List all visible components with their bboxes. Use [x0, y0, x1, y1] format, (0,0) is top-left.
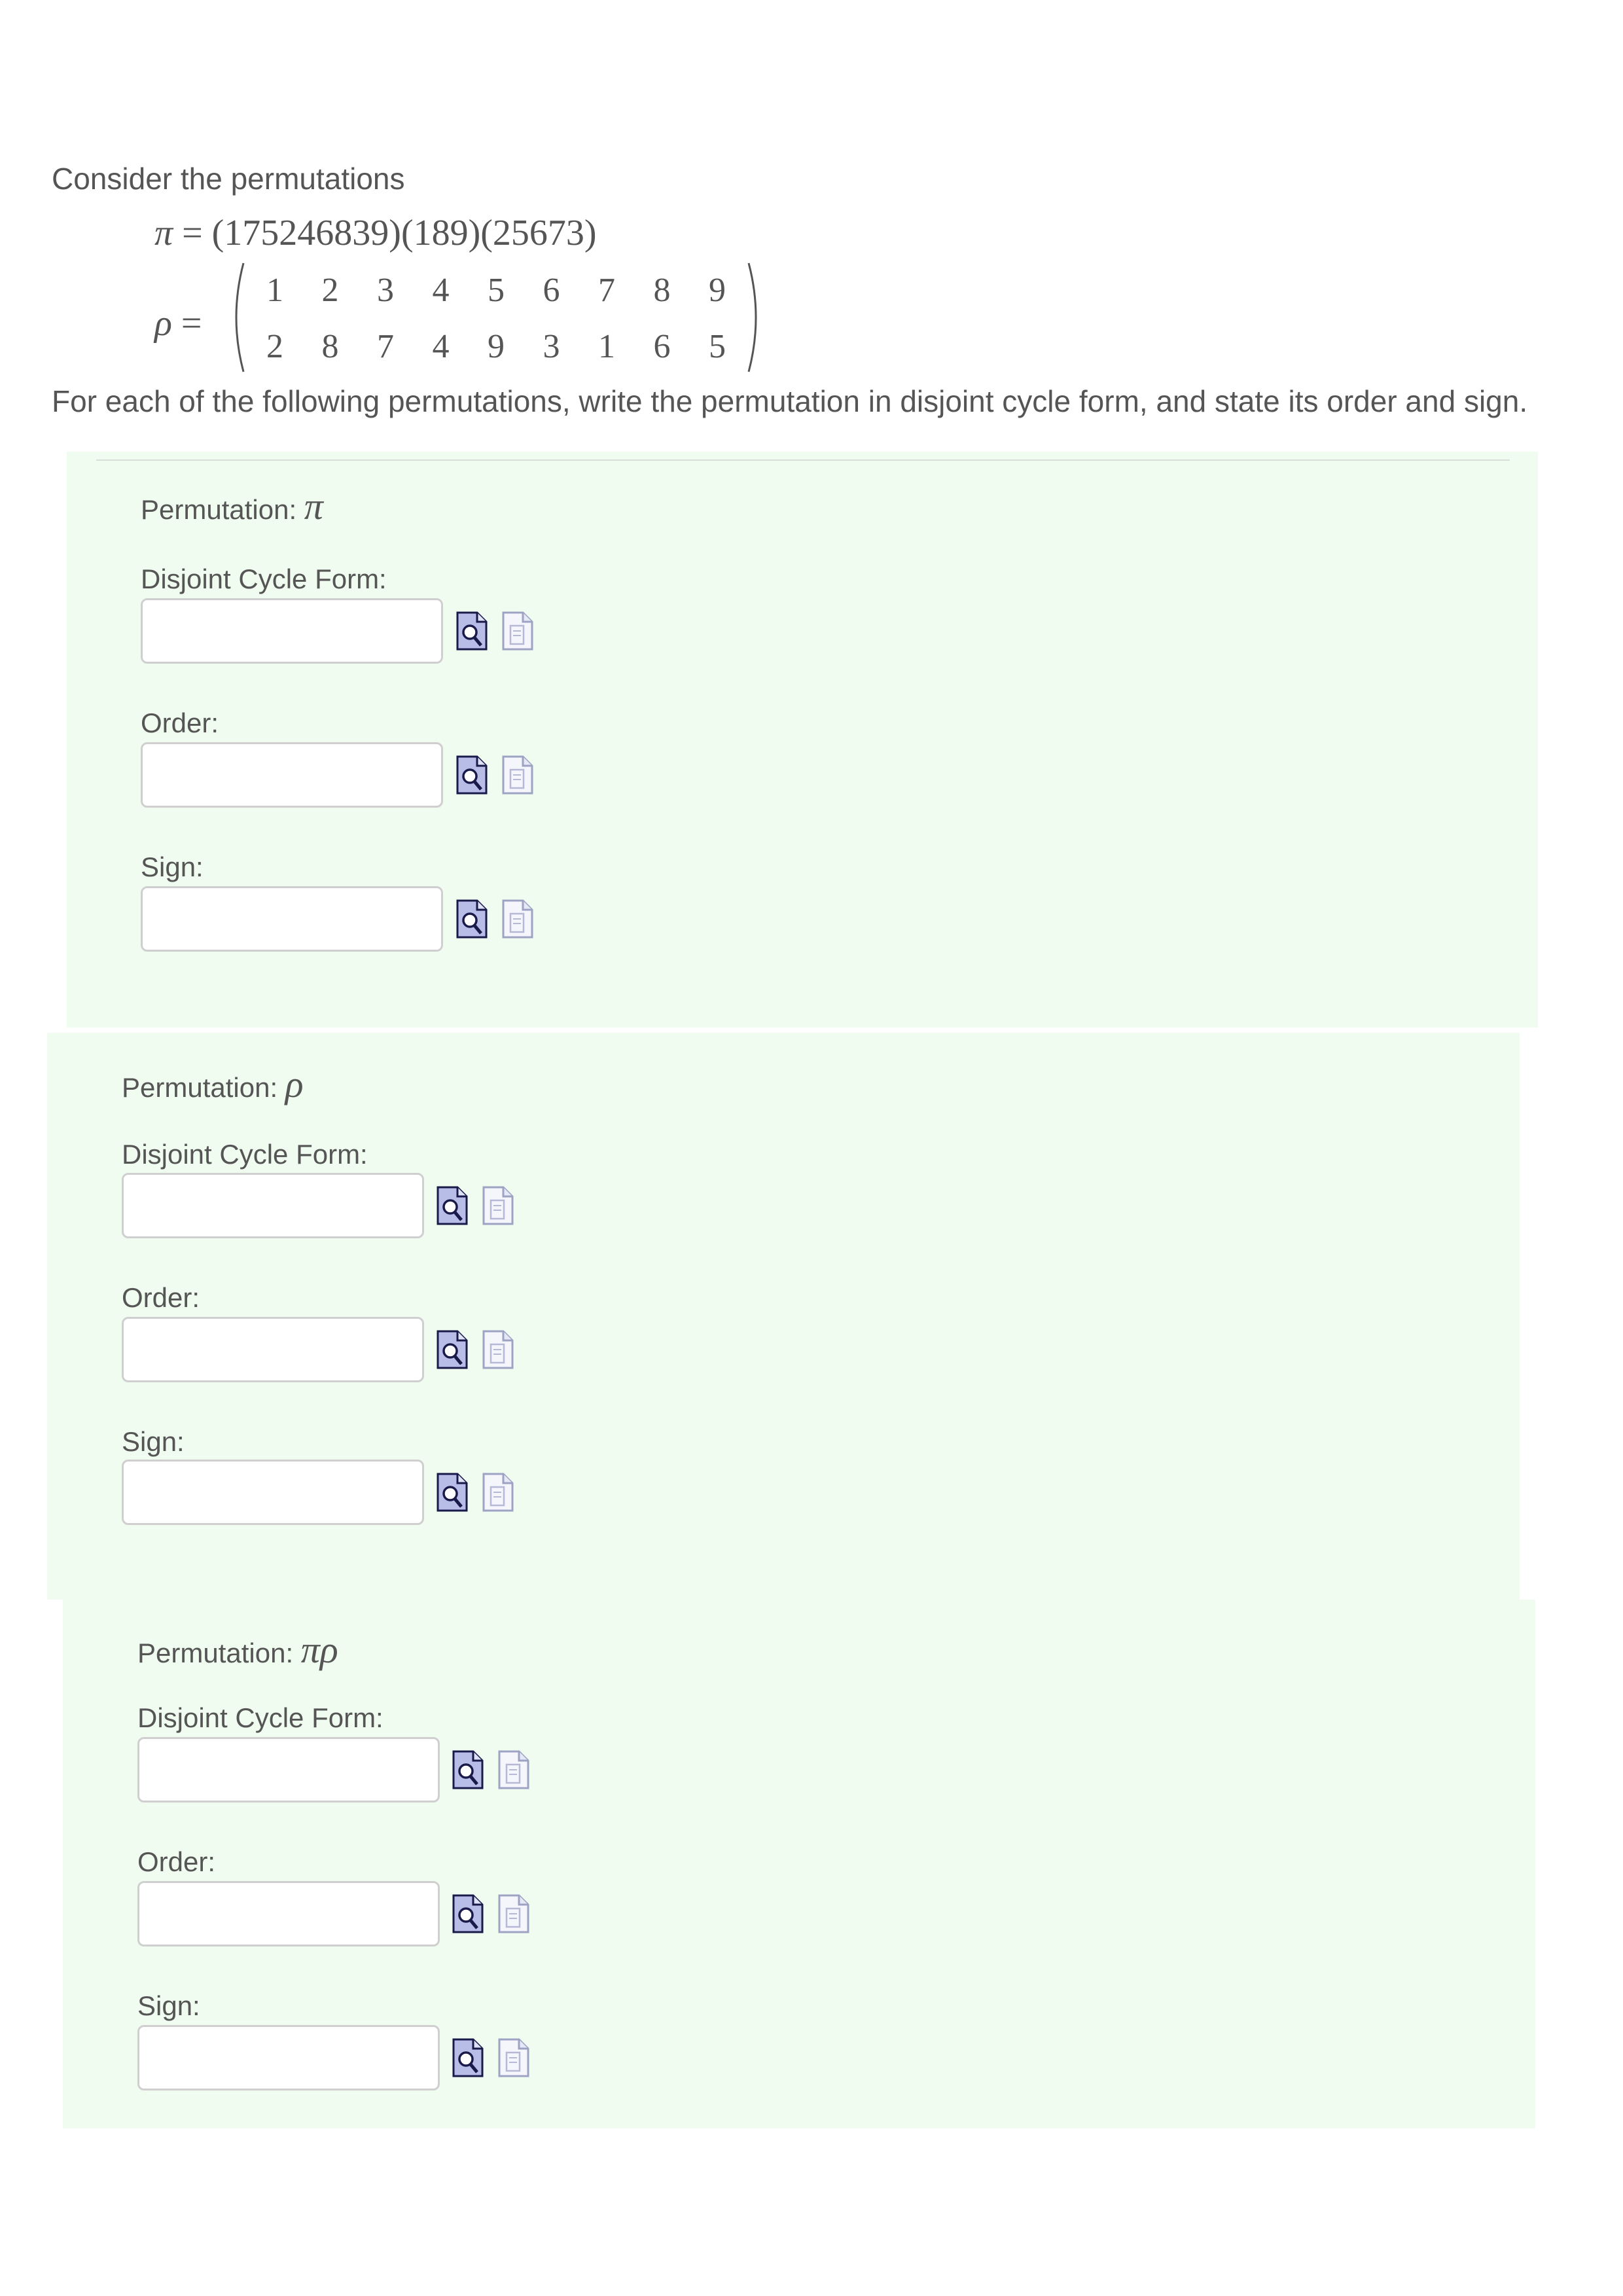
sign-label: Sign:: [122, 1426, 185, 1457]
disjoint-cycle-form-input[interactable]: [137, 1737, 440, 1803]
format-help-document-icon[interactable]: [497, 1750, 530, 1789]
preview-magnifier-icon[interactable]: [455, 755, 488, 795]
rho-symbol: ρ: [154, 303, 172, 344]
matrix-bottom-cell: 4: [432, 328, 450, 365]
sign-input[interactable]: [141, 886, 443, 952]
preview-magnifier-icon[interactable]: [455, 611, 488, 651]
format-help-document-icon[interactable]: [501, 899, 534, 939]
matrix-top-cell: 6: [543, 272, 560, 309]
format-help-document-icon[interactable]: [497, 2038, 530, 2077]
preview-magnifier-icon[interactable]: [436, 1186, 469, 1225]
order-label: Order:: [137, 1846, 216, 1877]
matrix-top-cell: 7: [598, 272, 615, 309]
matrix-top-cell: 4: [432, 272, 450, 309]
order-input[interactable]: [141, 742, 443, 808]
part-rho: Permutation: ρ Disjoint Cycle Form: Orde…: [47, 1033, 1520, 1600]
part-variable: π: [304, 485, 323, 528]
right-parenthesis: [747, 262, 764, 373]
order-input[interactable]: [137, 1881, 440, 1946]
pi-cycles: (175246839)(189)(25673): [211, 213, 597, 253]
part-variable: πρ: [300, 1628, 338, 1671]
part-title: Permutation: π: [141, 488, 323, 526]
pi-definition: π = (175246839)(189)(25673): [154, 215, 597, 251]
preview-magnifier-icon[interactable]: [452, 1894, 484, 1933]
matrix-bottom-row: 2 8 7 4 9 3 1 6 5: [258, 330, 734, 364]
order-input[interactable]: [122, 1317, 424, 1382]
matrix-bottom-cell: 8: [321, 328, 339, 365]
matrix-bottom-cell: 5: [709, 328, 726, 365]
separator-line: [96, 459, 1510, 461]
sign-input[interactable]: [137, 2025, 440, 2090]
preview-magnifier-icon[interactable]: [436, 1473, 469, 1512]
disjoint-cycle-form-label: Disjoint Cycle Form:: [141, 564, 387, 594]
part-title: Permutation: πρ: [137, 1631, 338, 1669]
matrix-bottom-cell: 6: [653, 328, 671, 365]
part-title-prefix: Permutation:: [137, 1638, 301, 1668]
format-help-document-icon[interactable]: [497, 1894, 530, 1933]
matrix-bottom-cell: 1: [598, 328, 615, 365]
preview-magnifier-icon[interactable]: [452, 1750, 484, 1789]
sign-label: Sign:: [137, 1990, 200, 2021]
disjoint-cycle-form-label: Disjoint Cycle Form:: [137, 1702, 383, 1733]
matrix-top-cell: 1: [266, 272, 283, 309]
sign-input[interactable]: [122, 1460, 424, 1525]
part-title-prefix: Permutation:: [122, 1072, 285, 1103]
order-label: Order:: [141, 708, 219, 738]
matrix-bottom-cell: 3: [543, 328, 560, 365]
left-parenthesis: [228, 262, 245, 373]
matrix-top-cell: 8: [653, 272, 671, 309]
rho-equals: =: [171, 303, 202, 344]
disjoint-cycle-form-input[interactable]: [141, 598, 443, 664]
rho-two-line-matrix: 1 2 3 4 5 6 7 8 9 2 8 7 4 9 3 1 6 5: [228, 262, 764, 373]
format-help-document-icon[interactable]: [482, 1186, 514, 1225]
part-title-prefix: Permutation:: [141, 494, 304, 525]
matrix-bottom-cell: 2: [266, 328, 283, 365]
format-help-document-icon[interactable]: [501, 755, 534, 795]
matrix-top-cell: 9: [709, 272, 726, 309]
part-title: Permutation: ρ: [122, 1066, 304, 1103]
matrix-top-cell: 2: [321, 272, 339, 309]
preview-magnifier-icon[interactable]: [452, 2038, 484, 2077]
matrix-bottom-cell: 9: [488, 328, 505, 365]
disjoint-cycle-form-label: Disjoint Cycle Form:: [122, 1139, 368, 1170]
matrix-top-row: 1 2 3 4 5 6 7 8 9: [258, 274, 734, 308]
pi-equals: =: [173, 213, 212, 253]
format-help-document-icon[interactable]: [482, 1473, 514, 1512]
intro-text: Consider the permutations: [52, 162, 405, 196]
matrix-top-cell: 5: [488, 272, 505, 309]
matrix-top-cell: 3: [377, 272, 394, 309]
sign-label: Sign:: [141, 852, 204, 882]
instructions-text: For each of the following permutations, …: [52, 384, 1528, 418]
preview-magnifier-icon[interactable]: [436, 1330, 469, 1369]
format-help-document-icon[interactable]: [501, 611, 534, 651]
part-pi: Permutation: π Disjoint Cycle Form: Orde…: [67, 452, 1538, 1028]
order-label: Order:: [122, 1282, 200, 1313]
rho-definition-label: ρ =: [154, 305, 202, 342]
disjoint-cycle-form-input[interactable]: [122, 1173, 424, 1238]
pi-symbol: π: [154, 213, 173, 253]
part-pi-rho: Permutation: πρ Disjoint Cycle Form: Ord…: [63, 1600, 1535, 2128]
part-variable: ρ: [285, 1063, 304, 1105]
preview-magnifier-icon[interactable]: [455, 899, 488, 939]
matrix-bottom-cell: 7: [377, 328, 394, 365]
format-help-document-icon[interactable]: [482, 1330, 514, 1369]
